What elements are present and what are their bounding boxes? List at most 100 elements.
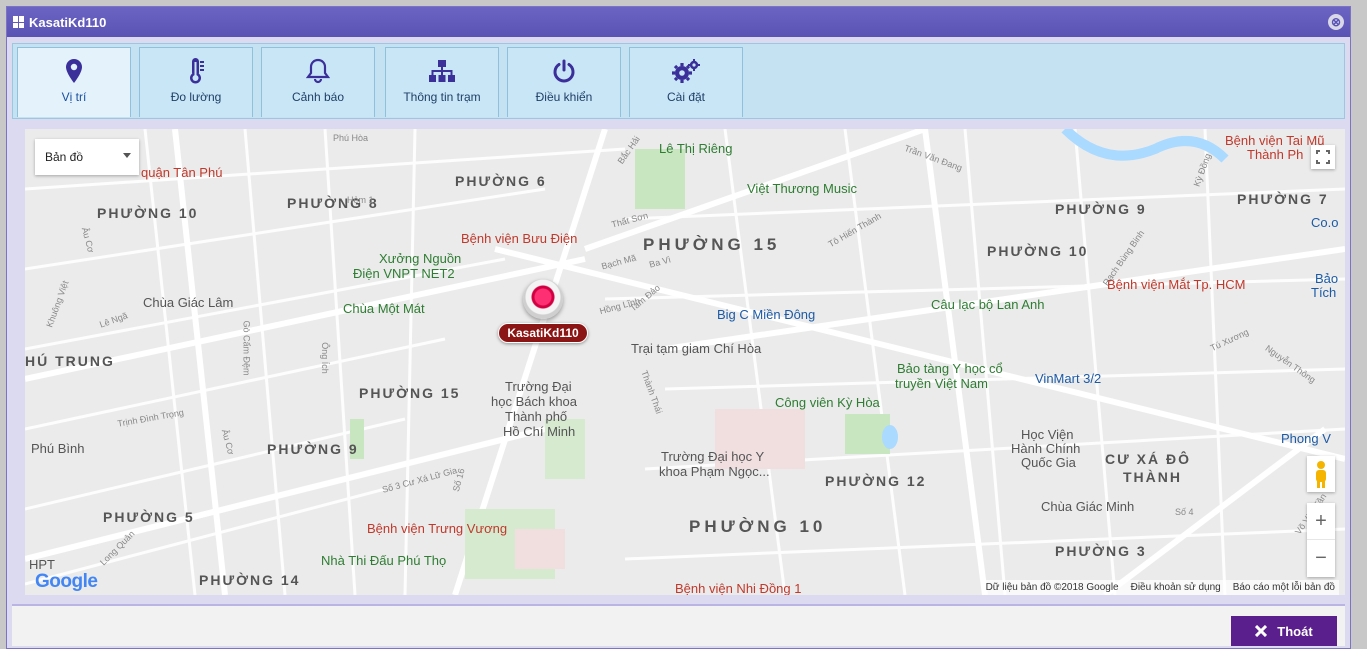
map-data-attribution: Dữ liệu bản đồ ©2018 Google <box>985 582 1119 593</box>
map-label-cu-xa-do: CƯ XÁ ĐÔ <box>1105 451 1191 467</box>
map-area[interactable]: PHƯỜNG 6 PHƯỜNG 8 PHƯỜNG 10 PHƯỜNG 15 PH… <box>25 129 1345 595</box>
zoom-controls: + − <box>1307 503 1335 577</box>
map-label-phuong-5: PHƯỜNG 5 <box>103 509 195 525</box>
map-label-bk-4: Hồ Chí Minh <box>503 424 576 439</box>
map-type-dropdown[interactable]: Bản đồ <box>35 139 139 175</box>
map-label-bao: Bảo <box>1315 271 1339 286</box>
close-icon[interactable]: ⊗ <box>1328 14 1344 30</box>
map-label-phuong-9-right: PHƯỜNG 9 <box>1055 201 1147 217</box>
tab-measurement[interactable]: Đo lường <box>139 47 253 117</box>
tab-control-label: Điều khiển <box>535 90 593 104</box>
map-label-phuong-14: PHƯỜNG 14 <box>199 572 301 588</box>
map-label-cong-vien-ky-hoa: Công viên Kỳ Hòa <box>775 395 880 410</box>
fullscreen-button[interactable] <box>1311 145 1335 169</box>
map-label-phu-binh: Phú Bình <box>31 441 85 456</box>
map-label-tai-mui-1: Bệnh viện Tai Mũ <box>1225 133 1325 148</box>
tab-measurement-label: Đo lường <box>170 90 222 104</box>
map-label-chua-giac-minh: Chùa Giác Minh <box>1041 499 1135 514</box>
map-label-benh-vien-trung-vuong: Bệnh viện Trưng Vương <box>367 521 508 536</box>
zoom-out-button[interactable]: − <box>1307 540 1335 577</box>
chevron-down-icon <box>123 153 131 158</box>
window-title: KasatiKd110 <box>29 14 107 30</box>
map-label-nha-thi-dau: Nhà Thi Đấu Phú Thọ <box>321 553 447 568</box>
zoom-in-button[interactable]: + <box>1307 503 1335 540</box>
station-marker-label: KasatiKd110 <box>498 323 588 343</box>
map-label-phuong-10-left: PHƯỜNG 10 <box>97 205 199 221</box>
exit-button[interactable]: Thoát <box>1231 616 1337 646</box>
map-label-truong-y-2: khoa Phạm Ngọc... <box>659 464 770 479</box>
close-icon <box>1255 625 1268 637</box>
station-marker[interactable]: KasatiKd110 <box>493 279 593 343</box>
map-label-phuong-6: PHƯỜNG 6 <box>455 173 547 189</box>
map-label-xuong-nguon-2: Điện VNPT NET2 <box>353 266 455 281</box>
pegman-icon <box>1316 461 1326 488</box>
tab-alerts[interactable]: Cảnh báo <box>261 47 375 117</box>
terms-of-use-link[interactable]: Điều khoản sử dụng <box>1131 582 1221 593</box>
map-label-phuong-15-center: PHƯỜNG 15 <box>643 235 781 254</box>
map-label-chua-mot-mat: Chùa Một Mát <box>343 301 425 316</box>
map-label-phong-v: Phong V <box>1281 431 1331 446</box>
map-label-phuong-7: PHƯỜNG 7 <box>1237 191 1329 207</box>
map-label-hoc-vien-3: Quốc Gia <box>1021 455 1076 470</box>
tab-location-label: Vị trí <box>61 90 87 104</box>
map-label-quan-tan-phu: quận Tân Phú <box>141 165 223 180</box>
gears-icon <box>630 56 742 86</box>
street-go-cam-dem: Gò Cẩm Đệm <box>241 320 252 376</box>
map-label-thanh: THÀNH <box>1123 469 1182 485</box>
report-map-error-link[interactable]: Báo cáo một lỗi bản đồ <box>1233 582 1335 593</box>
tab-station-info-label: Thông tin trạm <box>403 90 481 104</box>
map-label-bk-1: Trường Đại <box>505 379 572 394</box>
map-label-chua-giac-lam: Chùa Giác Lâm <box>143 295 234 310</box>
map-label-phuong-12: PHƯỜNG 12 <box>825 473 927 489</box>
map-label-phuong-10-bottom: PHƯỜNG 10 <box>689 517 827 536</box>
map-label-cau-lac-bo: Câu lạc bộ Lan Anh <box>931 297 1045 312</box>
google-logo[interactable]: Google <box>35 571 98 593</box>
map-label-bk-3: Thành phố <box>505 409 568 424</box>
app-window: KasatiKd110 ⊗ Vị trí Đo lường Cảnh báo T <box>6 6 1351 649</box>
tab-location[interactable]: Vị trí <box>17 47 131 117</box>
map-label-benh-vien-mat: Bệnh viện Mắt Tp. HCM <box>1107 277 1246 292</box>
map-label-le-thi-rieng: Lê Thị Riêng <box>659 141 733 156</box>
location-pin-icon <box>18 56 130 86</box>
tab-control[interactable]: Điều khiển <box>507 47 621 117</box>
thermometer-icon <box>140 56 252 86</box>
map-label-vinmart: VinMart 3/2 <box>1035 371 1102 386</box>
map-label-hoc-vien-1: Học Viện <box>1021 427 1074 442</box>
bell-icon <box>262 56 374 86</box>
fullscreen-icon <box>1316 150 1330 164</box>
tab-bar: Vị trí Đo lường Cảnh báo Thông tin trạm … <box>12 43 1345 119</box>
exit-button-label: Thoát <box>1277 623 1313 639</box>
tab-station-info[interactable]: Thông tin trạm <box>385 47 499 117</box>
station-marker-pin-icon <box>523 279 563 319</box>
map-label-phu-trung: HÚ TRUNG <box>25 353 115 369</box>
map-label-trai-tam-giam: Trại tạm giam Chí Hòa <box>631 341 762 356</box>
sitemap-icon <box>386 56 498 86</box>
window-icon <box>13 16 25 28</box>
tab-settings[interactable]: Cài đặt <box>629 47 743 117</box>
map-label-bao-tang-1: Bảo tàng Y học cổ <box>897 361 1003 376</box>
map-label-bao-tang-2: truyền Việt Nam <box>895 376 988 391</box>
map-label-phuong-15-left: PHƯỜNG 15 <box>359 385 461 401</box>
map-label-benh-vien-buu-dien: Bệnh viện Bưu Điện <box>461 231 578 246</box>
power-icon <box>508 56 620 86</box>
map-label-viet-thuong-music: Việt Thương Music <box>747 181 857 196</box>
map-canvas <box>25 129 1345 595</box>
map-label-hoc-vien-2: Hành Chính <box>1011 441 1081 456</box>
street-ong-ich: Ông Ích <box>319 342 330 374</box>
map-label-phuong-9-left: PHƯỜNG 9 <box>267 441 359 457</box>
street-hem-1: Hẻm 1 <box>347 195 374 205</box>
map-label-tich: Tích <box>1311 285 1337 300</box>
map-label-co-o: Co.o <box>1311 215 1339 230</box>
footer-bar: Thoát <box>12 604 1345 646</box>
tab-settings-label: Cài đặt <box>666 90 706 104</box>
map-label-xuong-nguon-1: Xưởng Nguồn <box>379 251 462 266</box>
street-phu-hoa: Phú Hòa <box>333 133 369 143</box>
tab-alerts-label: Cảnh báo <box>291 90 345 104</box>
map-label-bk-2: học Bách khoa <box>491 394 578 409</box>
map-label-tai-mui-2: Thành Ph <box>1247 147 1304 162</box>
street-so-4: Số 4 <box>1175 507 1194 517</box>
street-view-pegman-button[interactable] <box>1307 456 1335 492</box>
map-label-big-c: Big C Miền Đông <box>717 307 816 322</box>
map-attribution: Dữ liệu bản đồ ©2018 Google Điều khoản s… <box>981 580 1339 595</box>
map-label-truong-y-1: Trường Đại học Y <box>661 449 765 464</box>
